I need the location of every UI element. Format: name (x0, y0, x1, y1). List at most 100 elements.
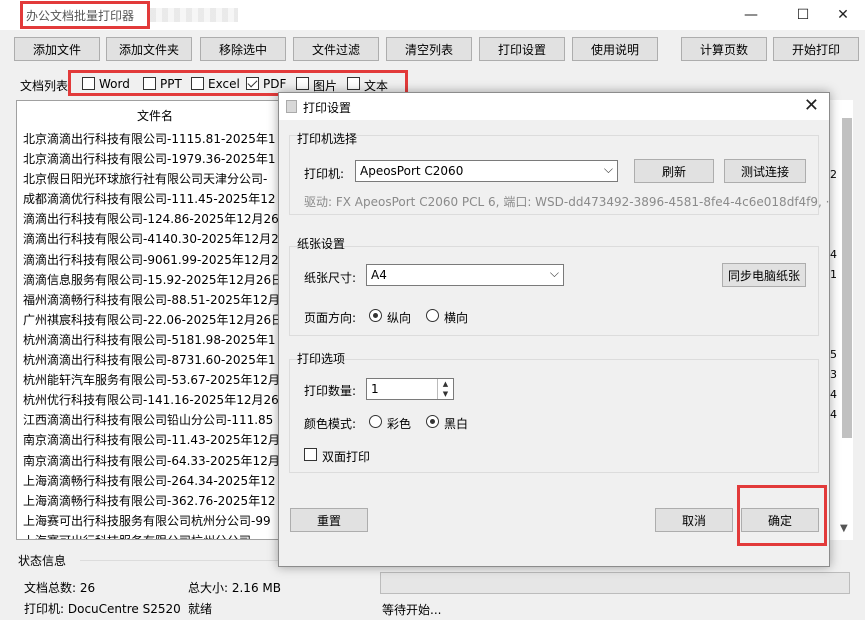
filter-word-checkbox[interactable] (82, 77, 95, 90)
printer-name: 打印机: DocuCentre S2520 (24, 602, 181, 616)
cancel-button[interactable]: 取消 (655, 508, 733, 532)
add-file-button[interactable]: 添加文件 (14, 37, 100, 61)
duplex-label: 双面打印 (322, 450, 371, 464)
start-print-button[interactable]: 开始打印 (773, 37, 859, 61)
list-item[interactable]: 南京滴滴出行科技有限公司-11.43-2025年12月 (23, 430, 280, 450)
document-count: 文档总数: 26 (24, 581, 96, 595)
document-list-label: 文档列表 (20, 79, 69, 93)
color-label: 彩色 (387, 417, 412, 431)
list-item[interactable]: 杭州能轩汽车服务有限公司-53.67-2025年12月 (23, 370, 280, 390)
chevron-down-icon: ⌵ (603, 162, 613, 176)
dialog-title: 打印设置 (303, 101, 352, 115)
dialog-close-icon[interactable]: ✕ (804, 95, 819, 116)
printer-label: 打印机: (304, 167, 345, 181)
driver-info: 驱动: FX ApeosPort C2060 PCL 6, 端口: WSD-dd… (304, 195, 830, 209)
right-column-fragment: 1 (830, 268, 837, 281)
refresh-button[interactable]: 刷新 (634, 159, 714, 183)
right-column-fragment: 2 (830, 168, 837, 181)
printer-group-title: 打印机选择 (297, 132, 358, 146)
list-scrollbar-thumb[interactable] (842, 118, 852, 438)
list-item[interactable]: 滴滴出行科技有限公司-9061.99-2025年12月2 (23, 250, 280, 270)
filter-pdf-checkbox[interactable] (246, 77, 259, 90)
printer-select[interactable]: ApeosPort C2060 ⌵ (355, 160, 618, 182)
file-filter-button[interactable]: 文件过滤 (293, 37, 379, 61)
duplex-checkbox[interactable] (304, 448, 317, 461)
list-item[interactable]: 北京滴滴出行科技有限公司-1115.81-2025年1 (23, 129, 280, 149)
test-connection-button[interactable]: 测试连接 (724, 159, 806, 183)
filter-pdf-label: PDF (263, 77, 287, 91)
list-item[interactable]: 滴滴信息服务有限公司-15.92-2025年12月26日 (23, 270, 280, 290)
filter-image-checkbox[interactable] (296, 77, 309, 90)
printer-state: 就绪 (188, 602, 213, 616)
title-bar: 办公文档批量打印器 — ☐ ✕ (0, 0, 865, 30)
filter-ppt-checkbox[interactable] (143, 77, 156, 90)
list-item[interactable]: 上海赛可出行科技服务有限公司杭州分公司- (23, 531, 280, 539)
sync-paper-button[interactable]: 同步电脑纸张 (722, 263, 806, 287)
file-list[interactable]: 文件名 北京滴滴出行科技有限公司-1115.81-2025年1 北京滴滴出行科技… (16, 100, 281, 540)
print-settings-button[interactable]: 打印设置 (479, 37, 565, 61)
copies-label: 打印数量: (304, 384, 357, 398)
progress-bar (380, 572, 850, 594)
list-item[interactable]: 杭州滴滴出行科技有限公司-8731.60-2025年1 (23, 350, 280, 370)
remove-selected-button[interactable]: 移除选中 (200, 37, 286, 61)
filter-word-label: Word (99, 77, 130, 91)
paper-size-select[interactable]: A4 ⌵ (366, 264, 564, 286)
color-radio[interactable] (369, 415, 382, 428)
status-section-title: 状态信息 (18, 554, 67, 568)
paper-size-label: 纸张尺寸: (304, 271, 357, 285)
print-settings-dialog: 打印设置 ✕ 打印机选择 打印机: ApeosPort C2060 ⌵ 刷新 测… (278, 92, 830, 567)
right-column-fragment: 4 (830, 408, 837, 421)
list-item[interactable]: 南京滴滴出行科技有限公司-64.33-2025年12月 (23, 451, 280, 471)
portrait-label: 纵向 (387, 311, 412, 325)
total-size: 总大小: 2.16 MB (188, 581, 281, 595)
reset-button[interactable]: 重置 (290, 508, 368, 532)
list-item[interactable]: 杭州优行科技有限公司-141.16-2025年12月26 (23, 390, 280, 410)
increment-icon[interactable]: ▲ (437, 379, 453, 389)
right-column-fragment: 4 (830, 388, 837, 401)
paper-size-value: A4 (371, 268, 387, 282)
count-pages-button[interactable]: 计算页数 (681, 37, 767, 61)
add-folder-button[interactable]: 添加文件夹 (106, 37, 192, 61)
clear-list-button[interactable]: 清空列表 (386, 37, 472, 61)
decrement-icon[interactable]: ▼ (437, 389, 453, 399)
landscape-label: 横向 (444, 311, 469, 325)
filter-excel-label: Excel (208, 77, 240, 91)
list-item[interactable]: 杭州滴滴出行科技有限公司-5181.98-2025年1 (23, 330, 280, 350)
landscape-radio[interactable] (426, 309, 439, 322)
list-item[interactable]: 上海赛可出行科技服务有限公司杭州分公司-99 (23, 511, 280, 531)
window-title: 办公文档批量打印器 (26, 9, 135, 23)
paper-group-box (289, 246, 819, 336)
file-list-rows: 北京滴滴出行科技有限公司-1115.81-2025年1 北京滴滴出行科技有限公司… (23, 129, 280, 539)
color-mode-label: 颜色模式: (304, 417, 357, 431)
minimize-button[interactable]: — (728, 3, 774, 27)
list-item[interactable]: 上海滴滴畅行科技有限公司-264.34-2025年12 (23, 471, 280, 491)
help-button[interactable]: 使用说明 (572, 37, 658, 61)
list-item[interactable]: 广州祺宸科技有限公司-22.06-2025年12月26日 (23, 310, 280, 330)
portrait-radio[interactable] (369, 309, 382, 322)
ok-button[interactable]: 确定 (741, 508, 819, 532)
orientation-label: 页面方向: (304, 311, 357, 325)
filter-excel-checkbox[interactable] (191, 77, 204, 90)
progress-status-text: 等待开始... (382, 603, 442, 617)
list-item[interactable]: 成都滴滴优行科技有限公司-111.45-2025年12 (23, 189, 280, 209)
dialog-app-icon (286, 100, 297, 113)
list-item[interactable]: 滴滴出行科技有限公司-4140.30-2025年12月2 (23, 229, 280, 249)
mono-label: 黑白 (444, 417, 469, 431)
blurred-title-area (150, 8, 238, 22)
copies-stepper[interactable]: 1 ▲ ▼ (366, 378, 454, 400)
list-item[interactable]: 北京滴滴出行科技有限公司-1979.36-2025年1 (23, 149, 280, 169)
scroll-down-arrow-icon[interactable]: ▼ (840, 523, 848, 534)
file-name-column-header[interactable]: 文件名 (137, 107, 173, 124)
list-item[interactable]: 北京假日阳光环球旅行社有限公司天津分公司- (23, 169, 280, 189)
filter-text-checkbox[interactable] (347, 77, 360, 90)
right-column-fragment: 3 (830, 368, 837, 381)
close-button[interactable]: ✕ (820, 3, 865, 27)
mono-radio[interactable] (426, 415, 439, 428)
list-item[interactable]: 江西滴滴出行科技有限公司铅山分公司-111.85 (23, 410, 280, 430)
list-item[interactable]: 福州滴滴畅行科技有限公司-88.51-2025年12月 (23, 290, 280, 310)
print-options-group-title: 打印选项 (297, 352, 346, 366)
chevron-down-icon: ⌵ (549, 266, 559, 280)
dialog-title-bar: 打印设置 ✕ (279, 93, 829, 120)
list-item[interactable]: 滴滴出行科技有限公司-124.86-2025年12月26 (23, 209, 280, 229)
list-item[interactable]: 上海滴滴畅行科技有限公司-362.76-2025年12 (23, 491, 280, 511)
